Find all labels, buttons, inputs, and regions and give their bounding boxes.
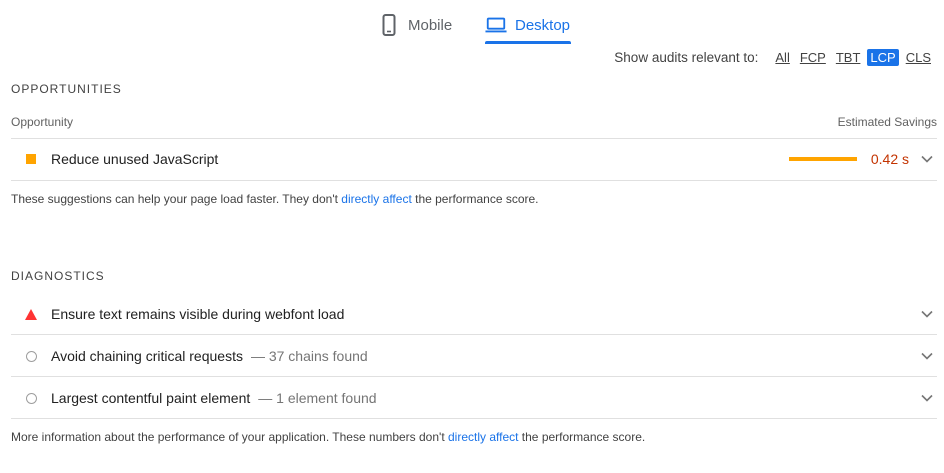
red-triangle-icon — [11, 308, 51, 320]
note-text: the performance score. — [411, 192, 539, 206]
diagnostics-note: More information about the performance o… — [11, 430, 645, 444]
diagnostic-title: Ensure text remains visible during webfo… — [51, 306, 345, 322]
divider — [11, 180, 937, 181]
diagnostic-row-webfont[interactable]: Ensure text remains visible during webfo… — [11, 294, 937, 334]
chevron-down-icon[interactable] — [917, 388, 937, 408]
filter-label: Show audits relevant to: — [614, 50, 759, 65]
diagnostic-detail: — 1 element found — [258, 390, 377, 406]
column-opportunity: Opportunity — [11, 115, 74, 129]
divider — [11, 376, 937, 377]
filter-chip-cls[interactable]: CLS — [903, 49, 934, 66]
divider — [11, 418, 937, 419]
column-estimated-savings: Estimated Savings — [837, 115, 937, 129]
device-tabs: Mobile Desktop — [0, 0, 944, 44]
diagnostic-title: Avoid chaining critical requests — [51, 348, 243, 364]
laptop-icon — [485, 14, 507, 36]
filter-chip-lcp[interactable]: LCP — [867, 49, 899, 66]
tab-mobile-label: Mobile — [408, 16, 453, 34]
tab-selected-indicator — [485, 41, 571, 44]
opportunities-column-headers: Opportunity Estimated Savings — [11, 115, 937, 131]
gray-circle-icon — [11, 350, 51, 362]
directly-affect-link[interactable]: directly affect — [341, 192, 411, 206]
diagnostic-row-critical-requests[interactable]: Avoid chaining critical requests — 37 ch… — [11, 336, 937, 376]
savings-value: 0.42 s — [870, 151, 909, 167]
diagnostic-title: Largest contentful paint element — [51, 390, 251, 406]
audit-filter: Show audits relevant to: All FCP TBT LCP… — [614, 49, 934, 66]
filter-chip-all[interactable]: All — [772, 49, 792, 66]
tab-desktop[interactable]: Desktop — [485, 8, 570, 42]
opportunity-row-unused-javascript[interactable]: Reduce unused JavaScript 0.42 s — [11, 139, 937, 179]
savings-bar — [788, 157, 857, 161]
note-text: These suggestions can help your page loa… — [11, 192, 342, 206]
note-text: More information about the performance o… — [11, 430, 448, 444]
opportunities-note: These suggestions can help your page loa… — [11, 192, 539, 206]
chevron-down-icon[interactable] — [917, 149, 937, 169]
orange-square-icon — [11, 154, 51, 164]
diagnostic-detail: — 37 chains found — [250, 348, 368, 364]
diagnostic-row-lcp-element[interactable]: Largest contentful paint element — 1 ele… — [11, 378, 937, 418]
opportunity-title: Reduce unused JavaScript — [51, 151, 219, 167]
tab-desktop-label: Desktop — [515, 16, 571, 34]
opportunities-heading: OPPORTUNITIES — [11, 82, 122, 96]
chevron-down-icon[interactable] — [917, 304, 937, 324]
filter-chip-tbt[interactable]: TBT — [833, 49, 864, 66]
directly-affect-link[interactable]: directly affect — [448, 430, 518, 444]
diagnostics-heading: DIAGNOSTICS — [11, 269, 105, 283]
smartphone-icon — [378, 14, 400, 36]
note-text: the performance score. — [518, 430, 646, 444]
filter-chip-fcp[interactable]: FCP — [797, 49, 829, 66]
divider — [11, 334, 937, 335]
tab-mobile[interactable]: Mobile — [378, 8, 452, 42]
chevron-down-icon[interactable] — [917, 346, 937, 366]
gray-circle-icon — [11, 392, 51, 404]
